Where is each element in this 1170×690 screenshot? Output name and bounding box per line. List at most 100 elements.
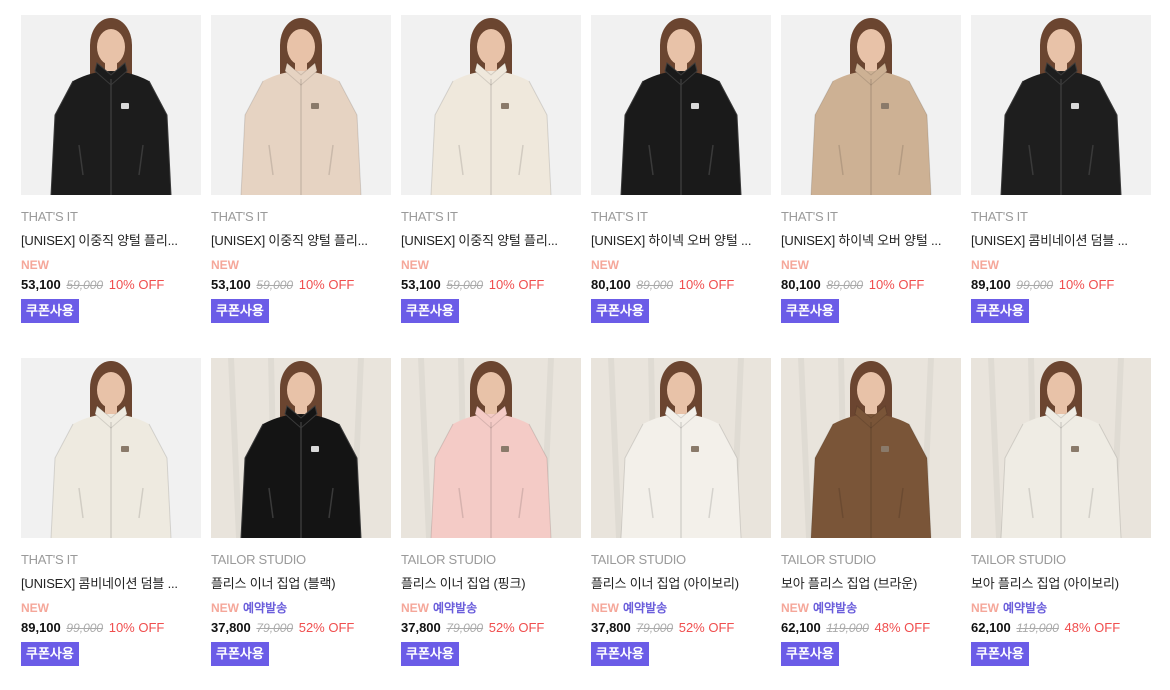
brand-name[interactable]: THAT'S IT — [591, 209, 771, 225]
original-price: 119,000 — [1016, 621, 1059, 635]
product-tags: NEW 예약발송 — [781, 600, 961, 616]
product-tags: NEW — [591, 257, 771, 273]
coupon-button[interactable]: 쿠폰사용 — [211, 642, 269, 666]
brand-name[interactable]: THAT'S IT — [211, 209, 391, 225]
coupon-button[interactable]: 쿠폰사용 — [211, 299, 269, 323]
discount-rate: 48% OFF — [1064, 620, 1121, 635]
product-card[interactable]: THAT'S IT [UNISEX] 이중직 양털 플리... NEW 53,1… — [21, 15, 201, 323]
preorder-badge: 예약발송 — [433, 601, 478, 615]
new-badge: NEW — [971, 601, 999, 615]
sale-price: 80,100 — [781, 277, 821, 292]
discount-rate: 10% OFF — [868, 277, 925, 292]
product-image[interactable] — [971, 15, 1151, 195]
original-price: 79,000 — [636, 621, 674, 635]
brand-name[interactable]: TAILOR STUDIO — [401, 552, 581, 568]
coupon-button[interactable]: 쿠폰사용 — [591, 299, 649, 323]
product-image[interactable] — [211, 15, 391, 195]
price-row: 89,100 99,000 10% OFF — [971, 277, 1151, 293]
price-row: 62,100 119,000 48% OFF — [781, 620, 961, 636]
coupon-button[interactable]: 쿠폰사용 — [591, 642, 649, 666]
discount-rate: 10% OFF — [298, 277, 355, 292]
product-name[interactable]: [UNISEX] 하이넥 오버 양털 ... — [591, 233, 771, 249]
discount-rate: 10% OFF — [488, 277, 545, 292]
sale-price: 37,800 — [211, 620, 251, 635]
original-price: 89,000 — [636, 278, 674, 292]
preorder-badge: 예약발송 — [1003, 601, 1048, 615]
original-price: 79,000 — [256, 621, 294, 635]
sale-price: 37,800 — [401, 620, 441, 635]
preorder-badge: 예약발송 — [623, 601, 668, 615]
product-card[interactable]: TAILOR STUDIO 보아 플리스 집업 (아이보리) NEW 예약발송 6… — [971, 358, 1151, 666]
sale-price: 53,100 — [401, 277, 441, 292]
product-tags: NEW 예약발송 — [211, 600, 391, 616]
product-image[interactable] — [21, 15, 201, 195]
product-name[interactable]: [UNISEX] 이중직 양털 플리... — [21, 233, 201, 249]
new-badge: NEW — [211, 601, 239, 615]
new-badge: NEW — [591, 601, 619, 615]
product-image[interactable] — [211, 358, 391, 538]
product-name[interactable]: [UNISEX] 콤비네이션 덤블 ... — [971, 233, 1151, 249]
discount-rate: 10% OFF — [108, 620, 165, 635]
product-image[interactable] — [591, 15, 771, 195]
product-name[interactable]: 플리스 이너 집업 (아이보리) — [591, 576, 771, 592]
coupon-button[interactable]: 쿠폰사용 — [781, 642, 839, 666]
coupon-button[interactable]: 쿠폰사용 — [21, 299, 79, 323]
sale-price: 62,100 — [781, 620, 821, 635]
price-row: 80,100 89,000 10% OFF — [591, 277, 771, 293]
brand-name[interactable]: TAILOR STUDIO — [211, 552, 391, 568]
product-card[interactable]: TAILOR STUDIO 보아 플리스 집업 (브라운) NEW 예약발송 62… — [781, 358, 961, 666]
price-row: 53,100 59,000 10% OFF — [401, 277, 581, 293]
product-image[interactable] — [591, 358, 771, 538]
brand-name[interactable]: TAILOR STUDIO — [971, 552, 1151, 568]
product-name[interactable]: 보아 플리스 집업 (브라운) — [781, 576, 961, 592]
new-badge: NEW — [401, 258, 429, 272]
coupon-button[interactable]: 쿠폰사용 — [971, 642, 1029, 666]
product-image[interactable] — [781, 15, 961, 195]
product-card[interactable]: THAT'S IT [UNISEX] 콤비네이션 덤블 ... NEW 89,1… — [971, 15, 1151, 323]
product-name[interactable]: [UNISEX] 이중직 양털 플리... — [211, 233, 391, 249]
coupon-button[interactable]: 쿠폰사용 — [401, 642, 459, 666]
product-image[interactable] — [401, 358, 581, 538]
brand-name[interactable]: THAT'S IT — [971, 209, 1151, 225]
brand-name[interactable]: THAT'S IT — [401, 209, 581, 225]
brand-name[interactable]: TAILOR STUDIO — [591, 552, 771, 568]
brand-name[interactable]: TAILOR STUDIO — [781, 552, 961, 568]
coupon-button[interactable]: 쿠폰사용 — [401, 299, 459, 323]
coupon-button[interactable]: 쿠폰사용 — [971, 299, 1029, 323]
coupon-button[interactable]: 쿠폰사용 — [781, 299, 839, 323]
product-card[interactable]: TAILOR STUDIO 플리스 이너 집업 (블랙) NEW 예약발송 37,… — [211, 358, 391, 666]
new-badge: NEW — [21, 258, 49, 272]
product-card[interactable]: TAILOR STUDIO 플리스 이너 집업 (핑크) NEW 예약발송 37,… — [401, 358, 581, 666]
original-price: 59,000 — [446, 278, 484, 292]
product-tags: NEW 예약발송 — [591, 600, 771, 616]
new-badge: NEW — [591, 258, 619, 272]
product-tags: NEW — [21, 600, 201, 616]
product-image[interactable] — [971, 358, 1151, 538]
brand-name[interactable]: THAT'S IT — [21, 209, 201, 225]
product-name[interactable]: 플리스 이너 집업 (핑크) — [401, 576, 581, 592]
product-name[interactable]: 보아 플리스 집업 (아이보리) — [971, 576, 1151, 592]
brand-name[interactable]: THAT'S IT — [21, 552, 201, 568]
product-card[interactable]: THAT'S IT [UNISEX] 콤비네이션 덤블 ... NEW 89,1… — [21, 358, 201, 666]
price-row: 53,100 59,000 10% OFF — [21, 277, 201, 293]
sale-price: 62,100 — [971, 620, 1011, 635]
product-card[interactable]: THAT'S IT [UNISEX] 하이넥 오버 양털 ... NEW 80,… — [591, 15, 771, 323]
product-card[interactable]: TAILOR STUDIO 플리스 이너 집업 (아이보리) NEW 예약발송 3… — [591, 358, 771, 666]
product-name[interactable]: 플리스 이너 집업 (블랙) — [211, 576, 391, 592]
product-image[interactable] — [401, 15, 581, 195]
coupon-button[interactable]: 쿠폰사용 — [21, 642, 79, 666]
product-tags: NEW — [971, 257, 1151, 273]
new-badge: NEW — [781, 258, 809, 272]
product-tags: NEW 예약발송 — [401, 600, 581, 616]
product-name[interactable]: [UNISEX] 콤비네이션 덤블 ... — [21, 576, 201, 592]
product-image[interactable] — [21, 358, 201, 538]
product-card[interactable]: THAT'S IT [UNISEX] 이중직 양털 플리... NEW 53,1… — [211, 15, 391, 323]
brand-name[interactable]: THAT'S IT — [781, 209, 961, 225]
product-image[interactable] — [781, 358, 961, 538]
product-name[interactable]: [UNISEX] 하이넥 오버 양털 ... — [781, 233, 961, 249]
product-name[interactable]: [UNISEX] 이중직 양털 플리... — [401, 233, 581, 249]
product-card[interactable]: THAT'S IT [UNISEX] 이중직 양털 플리... NEW 53,1… — [401, 15, 581, 323]
sale-price: 80,100 — [591, 277, 631, 292]
sale-price: 89,100 — [971, 277, 1011, 292]
product-card[interactable]: THAT'S IT [UNISEX] 하이넥 오버 양털 ... NEW 80,… — [781, 15, 961, 323]
